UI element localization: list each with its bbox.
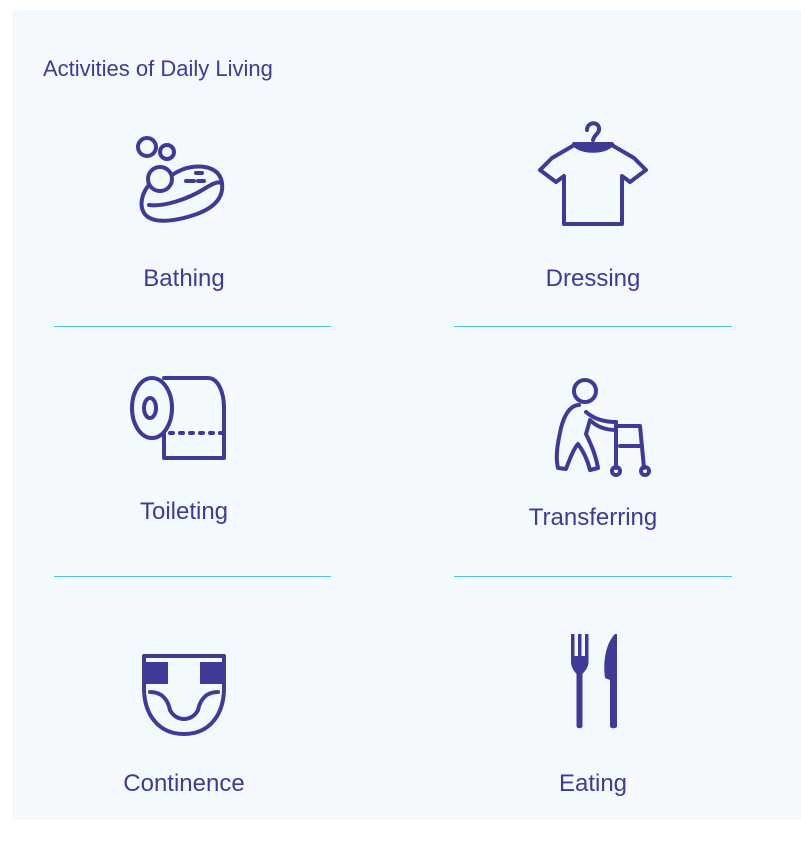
divider xyxy=(54,326,331,327)
shirt-on-hanger-icon xyxy=(453,118,733,228)
diaper-icon xyxy=(44,648,324,758)
divider xyxy=(454,576,732,577)
activity-label: Continence xyxy=(123,770,245,797)
activity-label: Bathing xyxy=(143,265,225,292)
person-with-walker-icon xyxy=(453,372,733,482)
activity-label: Eating xyxy=(558,770,628,797)
activity-label: Toileting xyxy=(139,498,229,525)
fork-and-knife-icon xyxy=(453,630,733,740)
divider xyxy=(454,326,732,327)
page-title: Activities of Daily Living xyxy=(43,56,273,81)
toilet-paper-icon xyxy=(44,370,324,480)
soap-icon xyxy=(44,125,324,235)
divider xyxy=(54,576,331,577)
activity-label: Transferring xyxy=(528,504,658,531)
activity-label: Dressing xyxy=(545,265,641,292)
